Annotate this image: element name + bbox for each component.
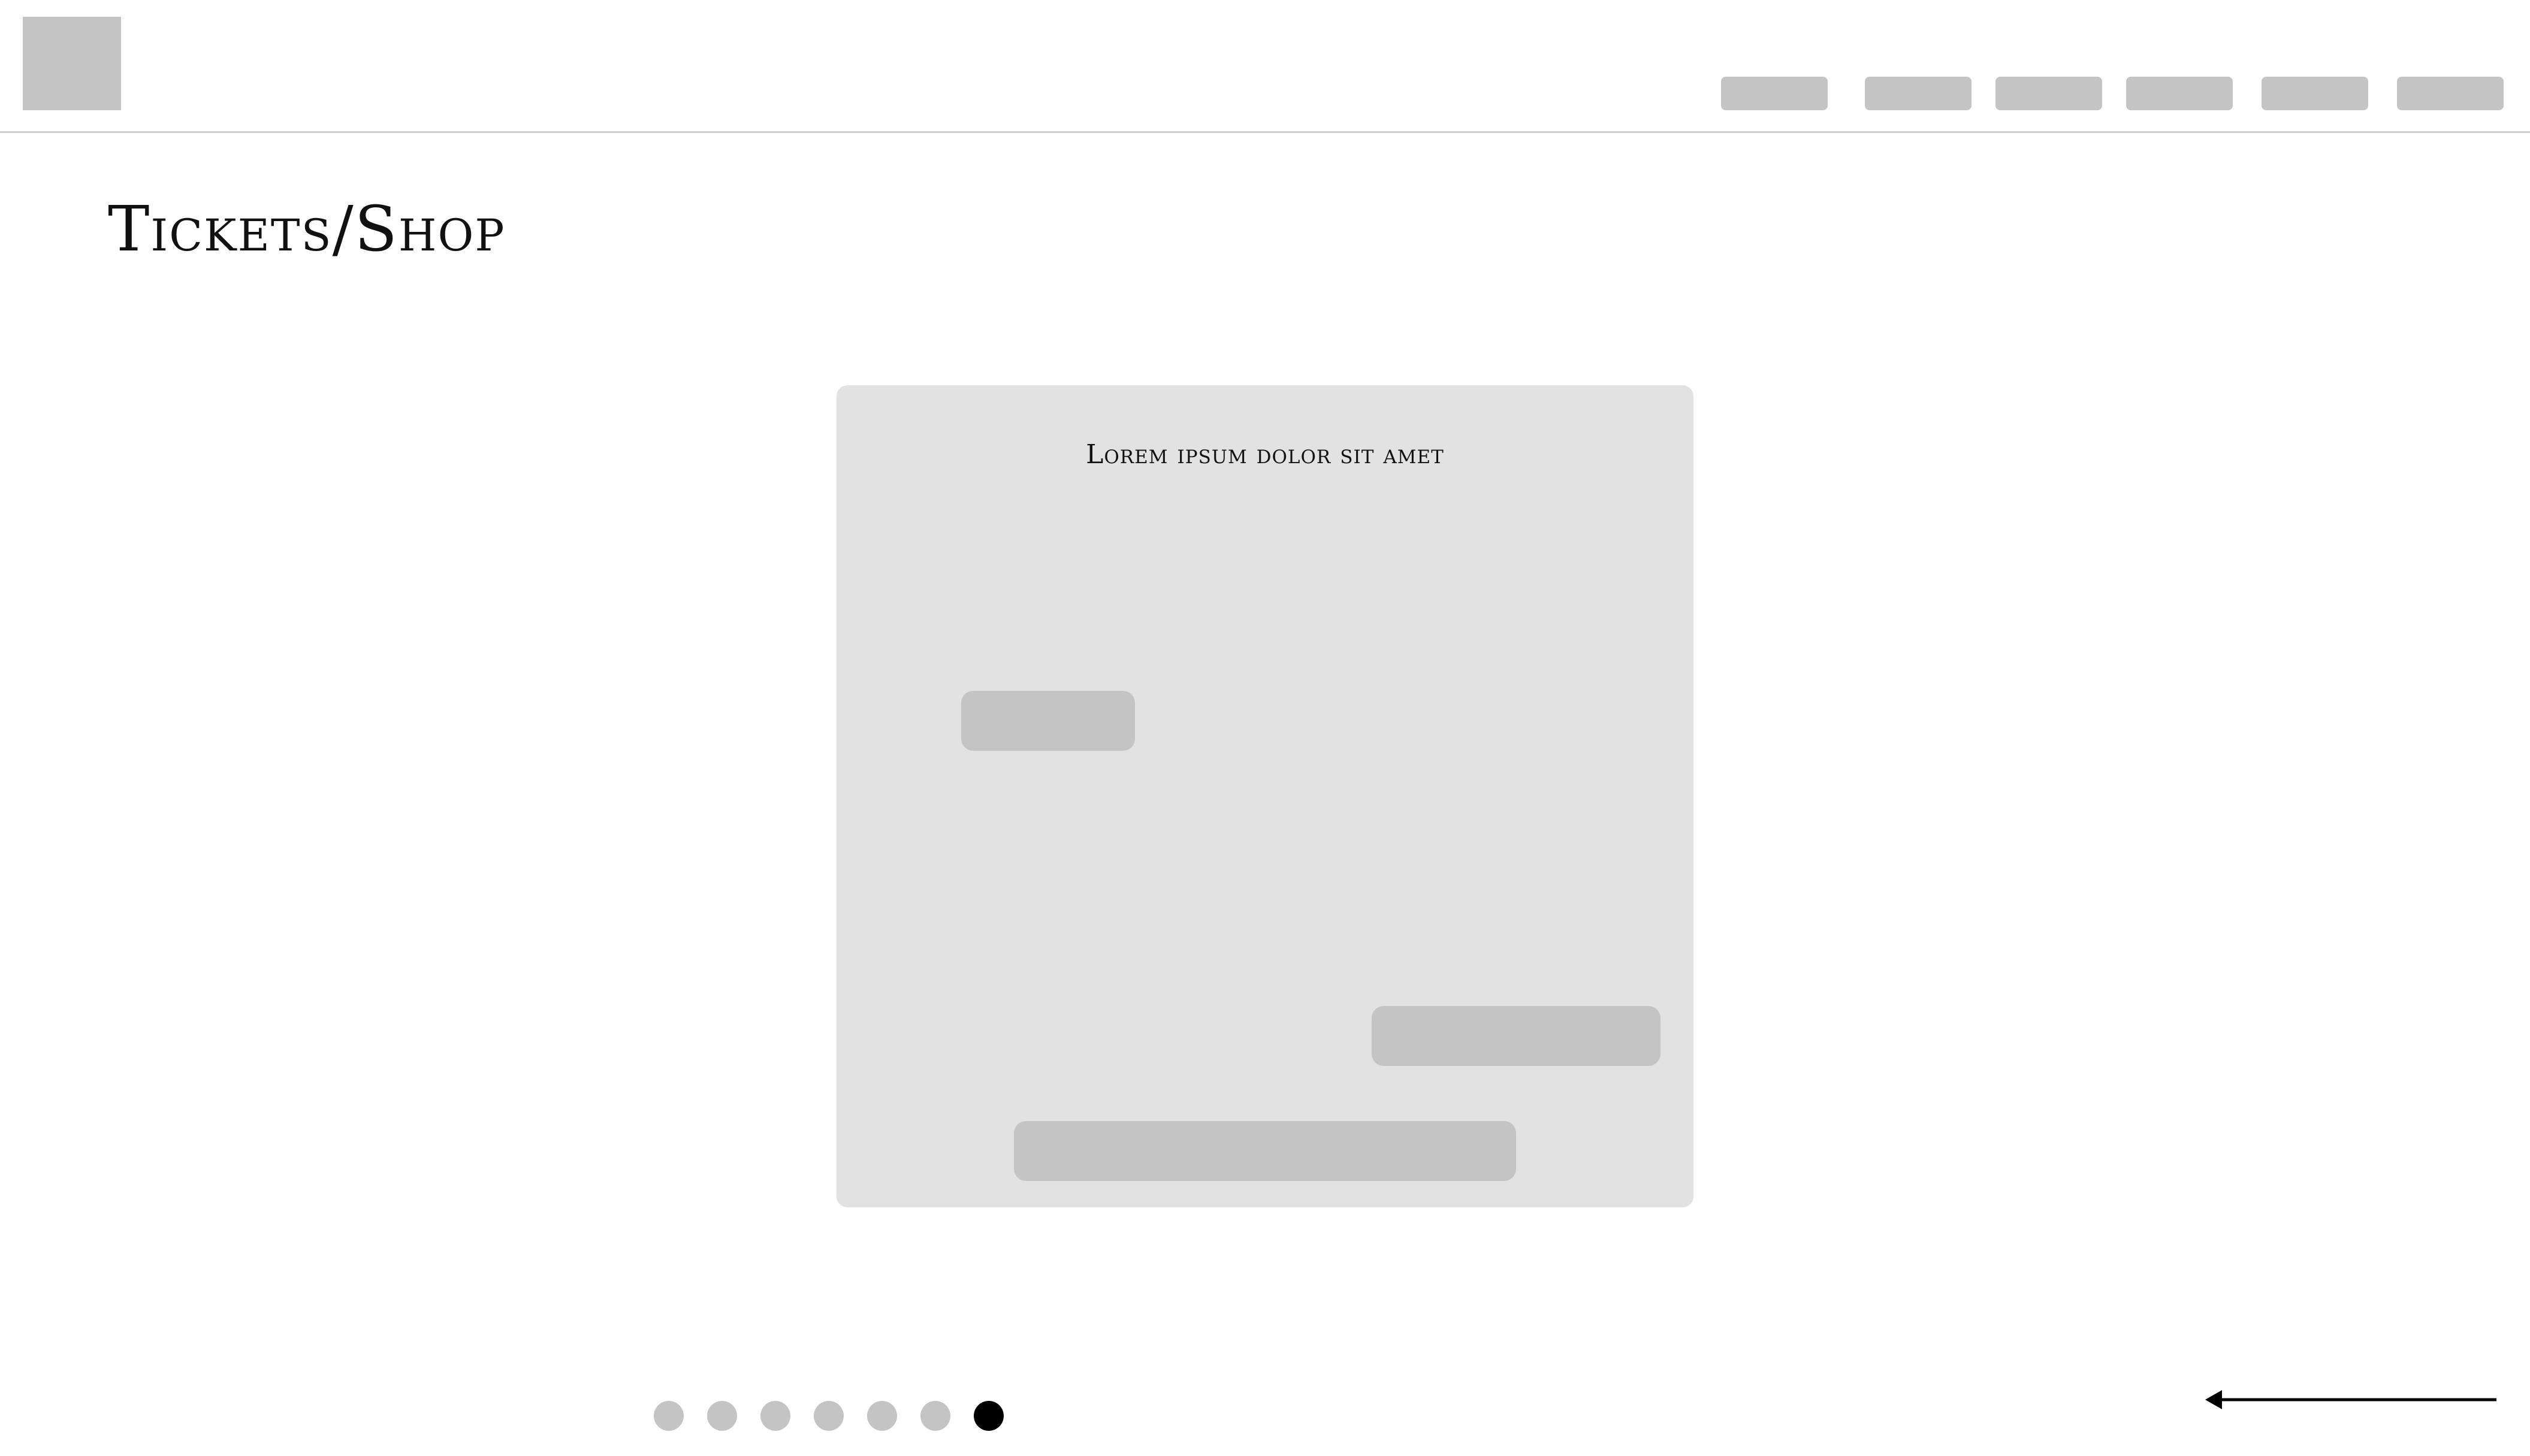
logo-placeholder[interactable] [23, 17, 121, 110]
pagination-dot-2[interactable] [707, 1401, 737, 1431]
card-placeholder-button-right[interactable] [1372, 1006, 1660, 1066]
pagination-dot-5[interactable] [867, 1401, 897, 1431]
nav-item-4[interactable] [2126, 77, 2233, 110]
pagination-dot-3[interactable] [760, 1401, 790, 1431]
nav-item-2[interactable] [1865, 77, 1972, 110]
page: Tickets/Shop Lorem ipsum dolor sit amet [0, 0, 2530, 1456]
pagination-dot-1[interactable] [654, 1401, 684, 1431]
arrow-left-icon [2205, 1390, 2496, 1409]
pagination-dot-6[interactable] [920, 1401, 950, 1431]
page-title: Tickets/Shop [108, 192, 506, 265]
card-placeholder-button-small[interactable] [961, 691, 1135, 751]
header [0, 0, 2530, 133]
nav-item-1[interactable] [1721, 77, 1828, 110]
pagination-dot-7-active[interactable] [974, 1401, 1004, 1431]
card-heading: Lorem ipsum dolor sit amet [1086, 439, 1444, 470]
previous-arrow-button[interactable] [2205, 1384, 2499, 1415]
nav-item-3[interactable] [1995, 77, 2102, 110]
nav-item-5[interactable] [2262, 77, 2368, 110]
card-placeholder-button-wide[interactable] [1014, 1121, 1516, 1181]
pagination-dot-4[interactable] [814, 1401, 844, 1431]
nav-item-6[interactable] [2397, 77, 2504, 110]
ticket-card: Lorem ipsum dolor sit amet [837, 385, 1693, 1207]
